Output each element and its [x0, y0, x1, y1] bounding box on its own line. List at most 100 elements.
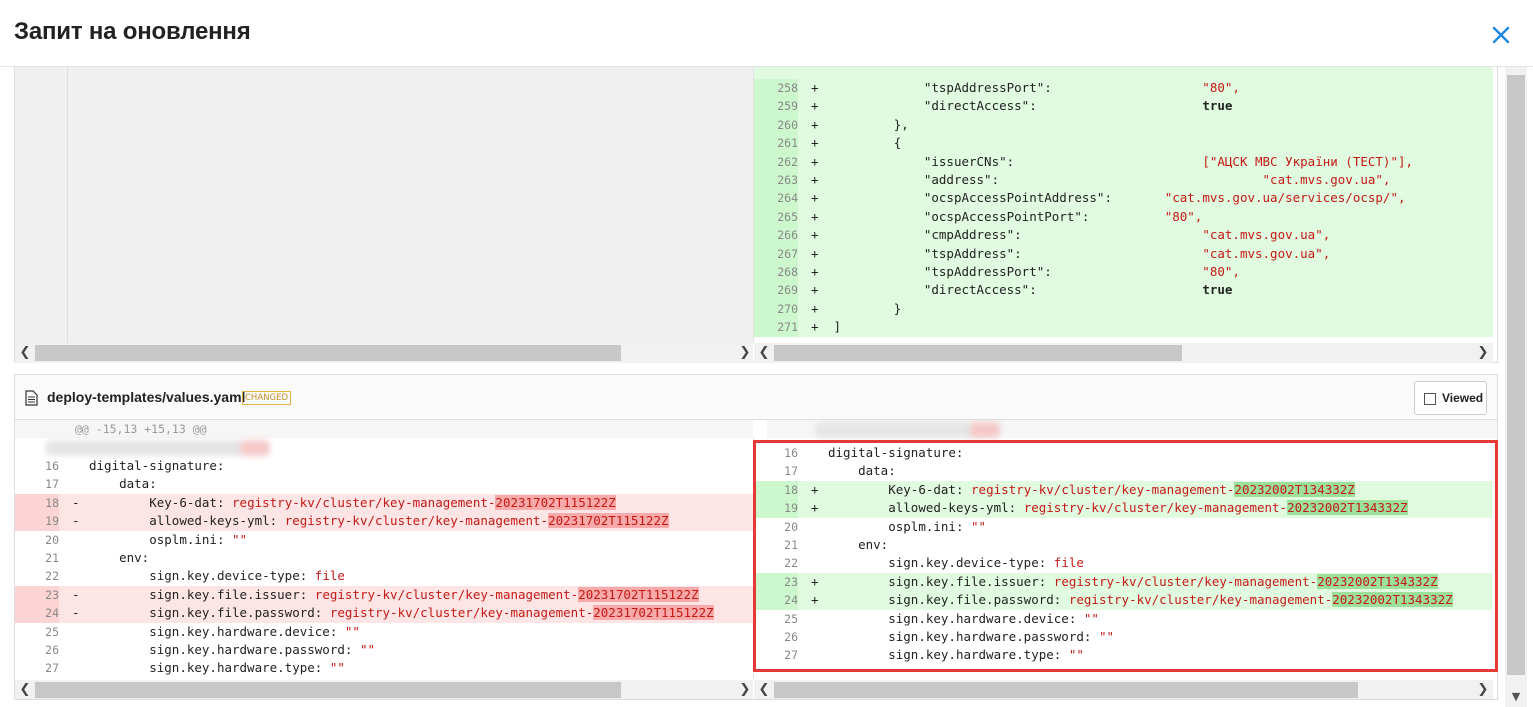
diff-line: 20 osplm.ini: "": [754, 518, 1493, 536]
diff-sign: +: [811, 264, 819, 279]
changed-token: 20231702T115122Z: [495, 494, 616, 510]
line-number: 270: [754, 299, 798, 319]
line-number: 263: [754, 171, 798, 190]
code-value: "cat.mvs.gov.ua",: [1202, 245, 1331, 261]
left-horizontal-scrollbar[interactable]: ❮ ❯: [15, 680, 753, 699]
right-horizontal-scrollbar[interactable]: ❮ ❯: [754, 343, 1493, 363]
scroll-left-icon[interactable]: ❮: [17, 680, 33, 699]
line-number: 261: [754, 134, 798, 153]
code-text: "directAccess": true: [826, 97, 1233, 115]
code-text: Key-6-dat: registry-kv/cluster/key-manag…: [828, 481, 1355, 499]
line-number: 19: [15, 512, 59, 531]
diff-line: 23- sign.key.file.issuer: registry-kv/cl…: [15, 585, 753, 605]
scroll-right-icon[interactable]: ❯: [1475, 343, 1491, 363]
diff-line: 26 sign.key.hardware.password: "": [15, 641, 753, 659]
line-number: 268: [754, 263, 798, 282]
diff-sign: +: [811, 319, 819, 335]
line-number: 271: [754, 318, 798, 337]
code-text: "directAccess": true: [826, 281, 1233, 299]
code-key: "ocspAccessPointPort":: [923, 208, 1090, 224]
diff-line: 271 + ]: [754, 318, 1493, 337]
code-text: data:: [89, 475, 157, 493]
line-number: 264: [754, 189, 798, 208]
line-number: 16: [45, 459, 59, 473]
diff-line: 265 + "ocspAccessPointPort": "80",: [754, 207, 1493, 227]
viewed-label: Viewed: [1442, 391, 1484, 405]
code-value: registry-kv/cluster/key-management-: [1068, 592, 1333, 608]
diff-line: 261 + {: [754, 134, 1493, 153]
close-icon[interactable]: [1490, 24, 1512, 46]
scrollbar-thumb[interactable]: [35, 345, 621, 361]
changed-badge: CHANGED: [242, 391, 292, 405]
scroll-right-icon[interactable]: ❯: [737, 680, 753, 699]
diff-line: 262 + "issuerCNs": ["АЦСК МВС України (ТЕ…: [754, 152, 1493, 171]
code-text: "tspAddressPort": "80",: [826, 79, 1240, 97]
code-key: "directAccess":: [923, 98, 1037, 114]
diff-line: 266 + "cmpAddress": "cat.mvs.gov.ua",: [754, 226, 1493, 245]
diff-sign: -: [72, 494, 80, 510]
code-key: ]: [833, 319, 842, 335]
diff-sign: +: [811, 500, 819, 516]
code-value: "": [329, 660, 345, 676]
scroll-left-icon[interactable]: ❮: [756, 343, 772, 363]
diff-line: 263 + "address": "cat.mvs.gov.ua",: [754, 171, 1493, 190]
scroll-right-icon[interactable]: ❯: [737, 343, 753, 363]
modal-content: 258 + "tspAddressPort": "80", 259 + "direct…: [0, 67, 1533, 707]
right-horizontal-scrollbar[interactable]: ❮ ❯: [754, 680, 1493, 699]
changed-token: 20232002T134332Z: [1317, 573, 1438, 589]
code-key: sign.key.file.issuer:: [888, 573, 1054, 589]
code-value: "80",: [1202, 80, 1240, 95]
line-number: 24: [15, 604, 59, 623]
code-text: "address": "cat.mvs.gov.ua",: [826, 171, 1391, 189]
code-text: allowed-keys-yml: registry-kv/cluster/ke…: [89, 512, 669, 530]
diff-line: 19- allowed-keys-yml: registry-kv/cluste…: [15, 512, 753, 531]
scrollbar-thumb[interactable]: [774, 345, 1182, 361]
diff-line: 17 data:: [754, 462, 1493, 480]
file-icon: [25, 390, 38, 406]
diff-right-column: 16 digital-signature: 17 data: 18 + Key-6-da…: [754, 420, 1493, 680]
line-number: 27: [784, 648, 798, 663]
line-number: 23: [754, 572, 798, 592]
line-number: 25: [45, 624, 59, 639]
scrollbar-thumb[interactable]: [774, 682, 1358, 698]
scroll-right-icon[interactable]: ❯: [1475, 680, 1491, 699]
diff-line: 17 data:: [15, 475, 753, 493]
line-number: 25: [784, 611, 798, 626]
code-text: "ocspAccessPointAddress": "cat.mvs.gov.u…: [826, 189, 1406, 207]
code-text: sign.key.hardware.type: "": [828, 646, 1084, 664]
code-text: sign.key.hardware.password: "": [828, 628, 1114, 646]
code-key: sign.key.device-type:: [149, 568, 315, 584]
code-value: registry-kv/cluster/key-management-: [284, 513, 549, 529]
diff-line: 267 + "tspAddress": "cat.mvs.gov.ua",: [754, 244, 1493, 263]
code-key: Key-6-dat:: [888, 481, 972, 497]
diff-line: 22 sign.key.device-type: file: [15, 567, 753, 585]
diff-line: 21 env:: [15, 549, 753, 567]
diff-line: 21 env:: [754, 536, 1493, 554]
diff-line: 259 + "directAccess": true: [754, 97, 1493, 116]
code-value: "cat.mvs.gov.ua",: [1202, 227, 1331, 243]
scrollbar-thumb[interactable]: [35, 682, 621, 698]
code-value: registry-kv/cluster/key-management-: [1053, 573, 1318, 589]
scroll-left-icon[interactable]: ❮: [756, 680, 772, 699]
file-name[interactable]: deploy-templates/values.yaml: [47, 389, 245, 405]
diff-line: 25 sign.key.hardware.device: "": [15, 623, 753, 641]
scroll-left-icon[interactable]: ❮: [17, 343, 33, 363]
diff-sign: +: [811, 481, 819, 497]
scroll-down-icon[interactable]: ▼: [1507, 687, 1525, 707]
code-key: osplm.ini:: [149, 531, 233, 547]
page-scrollbar-thumb[interactable]: [1507, 75, 1525, 675]
changed-token: 20232002T134332Z: [1234, 481, 1355, 497]
diff-line: 264 + "ocspAccessPointAddress": "cat.mvs.…: [754, 189, 1493, 208]
line-number: 27: [45, 661, 59, 676]
line-number: 266: [754, 226, 798, 245]
line-number: 259: [754, 97, 798, 116]
left-horizontal-scrollbar[interactable]: ❮ ❯: [15, 343, 753, 363]
code-value: ["АЦСК МВС України (ТЕСТ)"],: [1202, 153, 1414, 169]
line-number: 18: [15, 493, 59, 513]
code-text: data:: [828, 462, 896, 480]
code-text: sign.key.file.password: registry-kv/clus…: [828, 591, 1453, 609]
viewed-checkbox[interactable]: [1424, 393, 1436, 405]
code-key: sign.key.file.password:: [888, 592, 1069, 608]
code-key: sign.key.hardware.password:: [149, 642, 360, 657]
viewed-button[interactable]: Viewed: [1414, 381, 1487, 415]
